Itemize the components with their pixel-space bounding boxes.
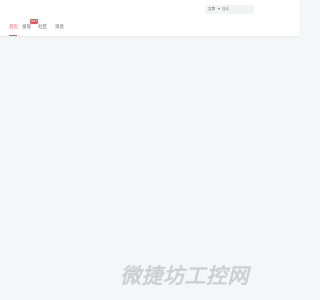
- tab-home[interactable]: 首页: [9, 25, 18, 31]
- search-scope-select[interactable]: 文章: [208, 7, 215, 12]
- tab-messages[interactable]: 消息: [55, 25, 64, 31]
- chevron-down-icon[interactable]: [218, 7, 220, 10]
- site-watermark: 微捷坊工控网: [120, 264, 249, 288]
- search-input[interactable]: [222, 7, 250, 12]
- search-box[interactable]: 文章: [205, 5, 254, 14]
- tab-community[interactable]: 社区: [38, 25, 47, 31]
- hot-badge: HOT: [30, 19, 38, 24]
- active-tab-indicator: [9, 35, 17, 36]
- top-navigation-bar: 首页 发现 HOT 社区 消息 文章: [0, 0, 300, 36]
- tab-discover[interactable]: 发现: [22, 25, 31, 31]
